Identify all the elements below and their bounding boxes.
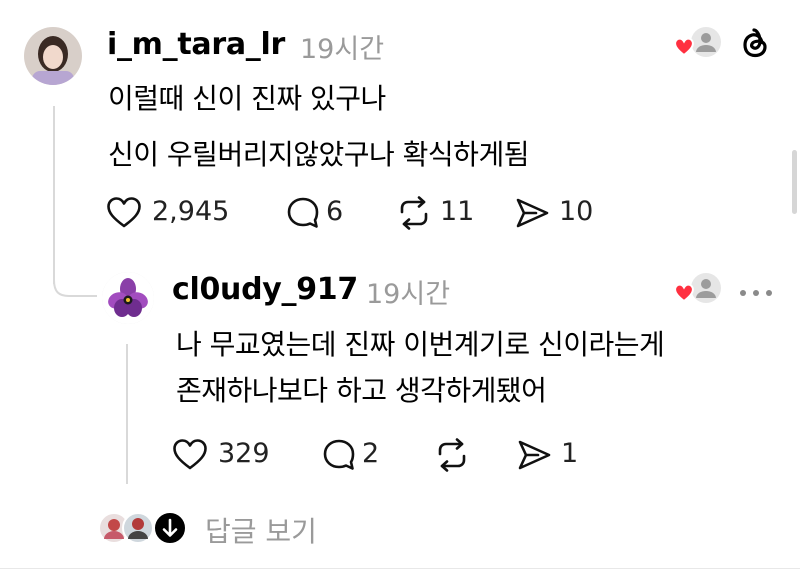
heart-with-avatar-icon [672,24,724,64]
reply-username[interactable]: cl0udy_917 [172,272,358,307]
more-dots-icon[interactable] [738,283,774,302]
repost-arrows-icon [438,438,466,472]
reply-timestamp: 19시간 [366,279,451,310]
comment-count: 6 [326,196,344,227]
view-replies-link[interactable]: 답글 보기 [205,510,317,550]
post-timestamp: 19시간 [300,34,385,65]
thread-line-curve [53,279,97,306]
post-text-line: 이럴때 신이 진짜 있구나 [108,82,386,115]
reply-like-count: 329 [218,438,270,469]
arrow-down-icon[interactable] [153,511,187,549]
reply-share-count: 1 [561,438,579,469]
send-arrow-icon [518,440,551,470]
speech-bubble-icon [287,197,319,228]
speech-bubble-icon [323,439,355,470]
reply-repost-button[interactable] [434,438,470,476]
repost-button[interactable] [396,196,432,234]
threads-logo-icon[interactable] [738,25,772,67]
reply-comment-button[interactable] [322,438,356,476]
post-text-line: 신이 우릴버리지않았구나 확식하게됨 [108,138,529,171]
repost-arrows-icon [400,196,428,230]
like-button[interactable] [106,196,142,234]
thread-line [53,106,55,284]
heart-outline-icon [173,439,207,470]
reply-comment-count: 2 [362,438,380,469]
send-arrow-icon [516,198,549,228]
comment-button[interactable] [286,196,320,234]
heart-with-avatar-icon [672,270,724,310]
post-username[interactable]: i_m_tara_lr [107,27,285,62]
reply-thread-line [126,344,128,484]
reply-like-button[interactable] [172,438,208,476]
bottom-divider [0,568,800,569]
reply-author-avatar[interactable] [102,272,154,324]
scrollbar[interactable] [792,150,797,214]
reply-text-line: 존재하나보다 하고 생각하게됐어 [176,374,547,407]
like-count: 2,945 [152,196,230,227]
heart-outline-icon [107,197,141,228]
post-author-avatar[interactable] [24,27,82,85]
repost-count: 11 [440,196,475,227]
share-button[interactable] [514,196,550,234]
reply-share-button[interactable] [516,438,552,476]
share-count: 10 [559,196,594,227]
